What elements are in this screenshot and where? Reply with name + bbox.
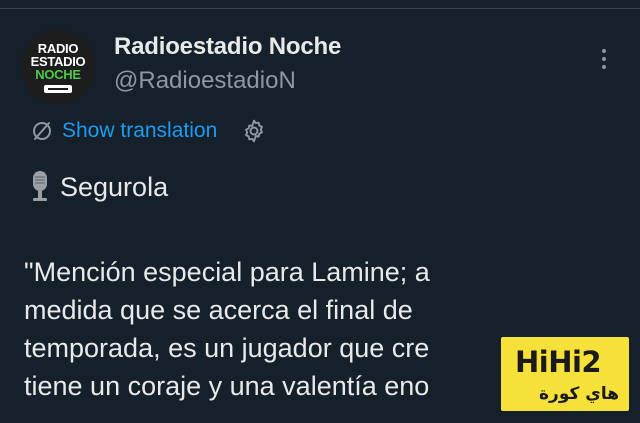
tweet-title: Segurola	[60, 171, 169, 202]
avatar-logo-line2: ESTADIO	[30, 53, 86, 69]
more-options-button[interactable]	[594, 44, 614, 74]
display-name[interactable]: Radioestadio Noche	[114, 33, 341, 61]
watermark-logo-text: HiHi2	[515, 345, 602, 379]
more-vertical-icon	[602, 49, 606, 53]
watermark-subtext: هاي كورة	[539, 384, 620, 404]
tweet-title-line: Segurola	[28, 170, 168, 204]
microphone-icon	[33, 171, 47, 201]
avatar[interactable]: RADIO ESTADIO NOCHE	[21, 30, 95, 104]
translate-icon	[33, 122, 51, 140]
user-handle[interactable]: @RadioestadioN	[114, 67, 296, 95]
avatar-logo-line3: NOCHE	[35, 66, 81, 82]
translation-row: Show translation	[30, 118, 267, 144]
avatar-logo-line1: RADIO	[37, 40, 79, 56]
top-divider	[0, 8, 640, 9]
gear-icon[interactable]	[241, 118, 267, 144]
avatar-radio-icon	[44, 84, 72, 93]
tweet-body-line: medida que se acerca el final de	[24, 295, 413, 325]
show-translation-link[interactable]: Show translation	[62, 119, 217, 143]
tweet-body-line: "Mención especial para Lamine; a	[24, 257, 430, 287]
watermark-logo: HiHi2 هاي كورة	[501, 337, 629, 411]
